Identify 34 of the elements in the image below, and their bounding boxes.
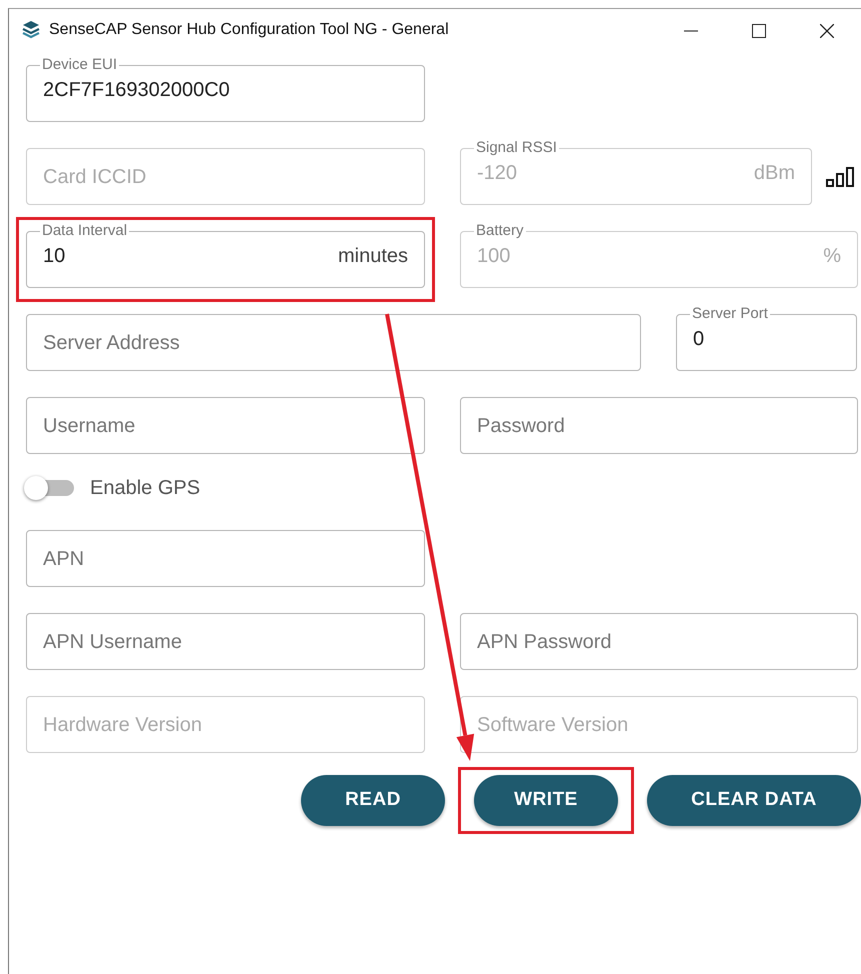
field-label: Device EUI bbox=[41, 57, 118, 73]
input-field[interactable]: Server Port 0 bbox=[676, 306, 857, 371]
value-input[interactable]: APN Password bbox=[477, 626, 841, 656]
input-field[interactable]: APN Password bbox=[460, 613, 858, 670]
window-title: SenseCAP Sensor Hub Configuration Tool NG - General bbox=[49, 20, 449, 40]
value-input[interactable]: 10 bbox=[43, 241, 338, 271]
value-input[interactable]: 2CF7F169302000C0 bbox=[43, 75, 408, 105]
value-input[interactable]: Password bbox=[477, 410, 841, 440]
action-button[interactable]: WRITE bbox=[474, 775, 618, 826]
close-icon[interactable] bbox=[820, 24, 834, 38]
value-input[interactable]: 0 bbox=[693, 324, 840, 354]
input-field[interactable]: Data Interval 10 minutes bbox=[26, 223, 425, 288]
unit-label: minutes bbox=[338, 244, 408, 269]
toggle-label: Enable GPS bbox=[90, 476, 200, 501]
field-label: Server Port bbox=[691, 306, 769, 322]
maximize-icon[interactable] bbox=[752, 24, 766, 38]
action-button[interactable]: CLEAR DATA bbox=[647, 775, 861, 826]
input-field[interactable]: Username bbox=[26, 397, 425, 454]
value-input[interactable]: APN bbox=[43, 544, 408, 574]
field-label: Signal RSSI bbox=[475, 140, 558, 156]
value-input[interactable]: APN Username bbox=[43, 626, 408, 656]
action-button[interactable]: READ bbox=[301, 775, 445, 826]
input-field[interactable]: APN Username bbox=[26, 613, 425, 670]
input-field[interactable]: Password bbox=[460, 397, 858, 454]
value-input[interactable]: Server Address bbox=[43, 328, 624, 358]
input-field[interactable]: Server Address bbox=[26, 314, 641, 371]
input-field[interactable]: Device EUI 2CF7F169302000C0 bbox=[26, 57, 425, 122]
unit-label: dBm bbox=[754, 161, 795, 186]
app-logo-icon bbox=[21, 20, 41, 40]
field-label: Battery bbox=[475, 223, 525, 239]
field-label: Data Interval bbox=[41, 223, 128, 239]
value-input[interactable]: Username bbox=[43, 410, 408, 440]
input-field[interactable]: APN bbox=[26, 530, 425, 587]
unit-label: % bbox=[823, 244, 841, 269]
